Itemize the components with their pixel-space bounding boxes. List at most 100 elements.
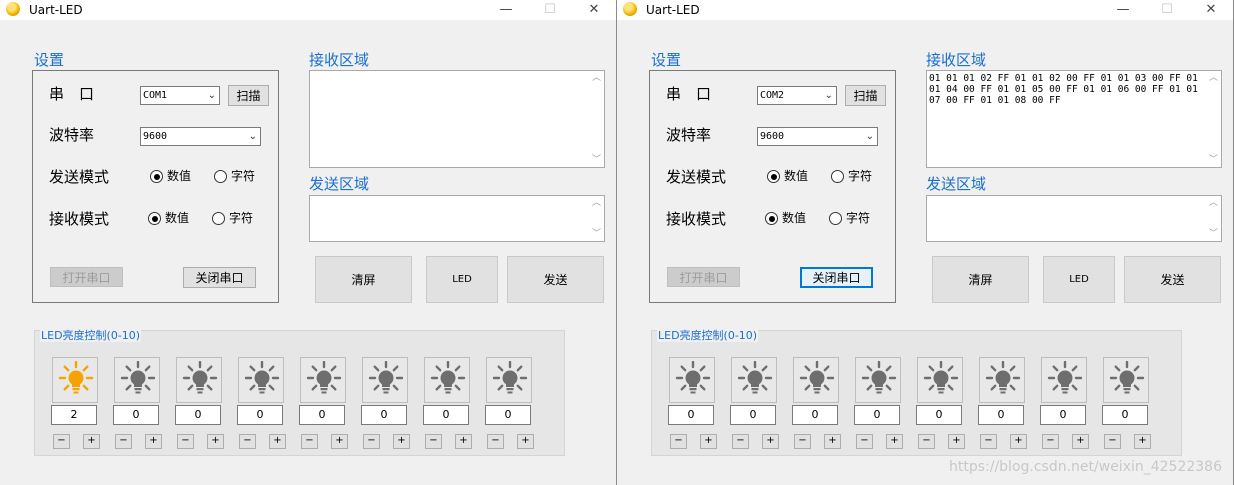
led-8-minus-button[interactable]: − xyxy=(487,434,504,449)
led-1-minus-button[interactable]: − xyxy=(53,434,70,449)
led-6-value[interactable]: 0 xyxy=(361,405,407,425)
scroll-up-icon[interactable]: ︿ xyxy=(589,71,604,85)
led-2-minus-button[interactable]: − xyxy=(732,434,749,449)
led-8-plus-button[interactable]: + xyxy=(1134,434,1151,449)
recv-mode-char-radio[interactable] xyxy=(829,212,842,225)
send-mode-char-label: 字符 xyxy=(231,169,256,183)
scroll-down-icon[interactable]: ﹀ xyxy=(1206,227,1221,241)
led-6-plus-button[interactable]: + xyxy=(1010,434,1027,449)
led-7-minus-button[interactable]: − xyxy=(425,434,442,449)
led-3-value[interactable]: 0 xyxy=(792,405,838,425)
led-4-value[interactable]: 0 xyxy=(237,405,283,425)
recv-mode-numeric-radio[interactable] xyxy=(148,212,161,225)
led-button[interactable]: LED xyxy=(1043,256,1115,303)
scroll-down-icon[interactable]: ﹀ xyxy=(589,153,604,167)
baud-select[interactable]: 9600 ⌄ xyxy=(757,127,878,146)
led-3-value[interactable]: 0 xyxy=(175,405,221,425)
led-1-minus-button[interactable]: − xyxy=(670,434,687,449)
receive-scrollbar[interactable]: ︿ ﹀ xyxy=(589,71,604,167)
scan-button[interactable]: 扫描 xyxy=(228,85,269,106)
close-port-button[interactable]: 关闭串口 xyxy=(183,267,256,288)
scan-button[interactable]: 扫描 xyxy=(845,85,886,106)
scroll-up-icon[interactable]: ︿ xyxy=(1206,71,1221,85)
led-3-minus-button[interactable]: − xyxy=(177,434,194,449)
clear-screen-button[interactable]: 清屏 xyxy=(315,256,412,303)
open-port-button[interactable]: 打开串口 xyxy=(50,267,123,287)
led-4-plus-button[interactable]: + xyxy=(269,434,286,449)
led-4-plus-button[interactable]: + xyxy=(886,434,903,449)
led-8-minus-button[interactable]: − xyxy=(1104,434,1121,449)
led-7-minus-button[interactable]: − xyxy=(1042,434,1059,449)
led-6-plus-button[interactable]: + xyxy=(393,434,410,449)
led-7-plus-button[interactable]: + xyxy=(1072,434,1089,449)
led-5-plus-button[interactable]: + xyxy=(331,434,348,449)
port-select[interactable]: COM2 ⌄ xyxy=(757,86,837,105)
send-mode-char-radio[interactable] xyxy=(831,170,844,183)
clear-screen-button[interactable]: 清屏 xyxy=(932,256,1029,303)
led-1-bulb xyxy=(52,357,98,403)
port-select[interactable]: COM1 ⌄ xyxy=(140,86,220,105)
receive-scrollbar[interactable]: ︿ ﹀ xyxy=(1206,71,1221,167)
led-2-plus-button[interactable]: + xyxy=(145,434,162,449)
lightbulb-icon xyxy=(244,361,280,394)
led-2-minus-button[interactable]: − xyxy=(115,434,132,449)
scroll-down-icon[interactable]: ﹀ xyxy=(589,227,604,241)
close-button[interactable]: ✕ xyxy=(1189,0,1233,20)
scroll-up-icon[interactable]: ︿ xyxy=(1206,196,1221,210)
led-6-minus-button[interactable]: − xyxy=(980,434,997,449)
minimize-button[interactable]: — xyxy=(1101,0,1145,20)
scroll-down-icon[interactable]: ﹀ xyxy=(1206,153,1221,167)
baud-select[interactable]: 9600 ⌄ xyxy=(140,127,261,146)
led-2-value[interactable]: 0 xyxy=(730,405,776,425)
send-scrollbar[interactable]: ︿ ﹀ xyxy=(589,196,604,241)
led-8-value[interactable]: 0 xyxy=(1102,405,1148,425)
send-mode-numeric-radio[interactable] xyxy=(150,170,163,183)
led-5-minus-button[interactable]: − xyxy=(301,434,318,449)
scroll-up-icon[interactable]: ︿ xyxy=(589,196,604,210)
led-4-value[interactable]: 0 xyxy=(854,405,900,425)
led-3-minus-button[interactable]: − xyxy=(794,434,811,449)
minimize-button[interactable]: — xyxy=(484,0,528,20)
led-5-minus-button[interactable]: − xyxy=(918,434,935,449)
led-7-plus-button[interactable]: + xyxy=(455,434,472,449)
led-6-minus-button[interactable]: − xyxy=(363,434,380,449)
led-8-value[interactable]: 0 xyxy=(485,405,531,425)
receive-textarea[interactable]: ︿ ﹀ xyxy=(309,70,605,168)
led-5-value[interactable]: 0 xyxy=(299,405,345,425)
led-3-plus-button[interactable]: + xyxy=(207,434,224,449)
led-4-minus-button[interactable]: − xyxy=(239,434,256,449)
close-port-button[interactable]: 关闭串口 xyxy=(800,267,873,288)
led-1-value[interactable]: 0 xyxy=(668,405,714,425)
close-button[interactable]: ✕ xyxy=(572,0,616,20)
led-4-minus-button[interactable]: − xyxy=(856,434,873,449)
led-1-plus-button[interactable]: + xyxy=(700,434,717,449)
send-textarea[interactable]: ︿ ﹀ xyxy=(926,195,1222,242)
send-scrollbar[interactable]: ︿ ﹀ xyxy=(1206,196,1221,241)
led-1-value[interactable]: 2 xyxy=(51,405,97,425)
send-textarea[interactable]: ︿ ﹀ xyxy=(309,195,605,242)
send-mode-numeric-radio[interactable] xyxy=(767,170,780,183)
recv-mode-char-radio[interactable] xyxy=(212,212,225,225)
led-8-plus-button[interactable]: + xyxy=(517,434,534,449)
open-port-button[interactable]: 打开串口 xyxy=(667,267,740,287)
led-2-value[interactable]: 0 xyxy=(113,405,159,425)
maximize-button[interactable]: ☐ xyxy=(1145,0,1189,20)
led-3-bulb xyxy=(793,357,839,403)
led-7-value[interactable]: 0 xyxy=(423,405,469,425)
recv-mode-numeric-radio[interactable] xyxy=(765,212,778,225)
led-7-value[interactable]: 0 xyxy=(1040,405,1086,425)
lightbulb-icon xyxy=(675,361,711,394)
send-button[interactable]: 发送 xyxy=(507,256,604,303)
send-mode-char-radio[interactable] xyxy=(214,170,227,183)
receive-textarea[interactable]: 01 01 01 02 FF 01 01 02 00 FF 01 01 03 0… xyxy=(926,70,1222,168)
led-5-value[interactable]: 0 xyxy=(916,405,962,425)
lightbulb-icon xyxy=(737,361,773,394)
led-6-value[interactable]: 0 xyxy=(978,405,1024,425)
send-button[interactable]: 发送 xyxy=(1124,256,1221,303)
led-2-plus-button[interactable]: + xyxy=(762,434,779,449)
led-1-plus-button[interactable]: + xyxy=(83,434,100,449)
maximize-button[interactable]: ☐ xyxy=(528,0,572,20)
led-5-plus-button[interactable]: + xyxy=(948,434,965,449)
led-3-plus-button[interactable]: + xyxy=(824,434,841,449)
led-button[interactable]: LED xyxy=(426,256,498,303)
